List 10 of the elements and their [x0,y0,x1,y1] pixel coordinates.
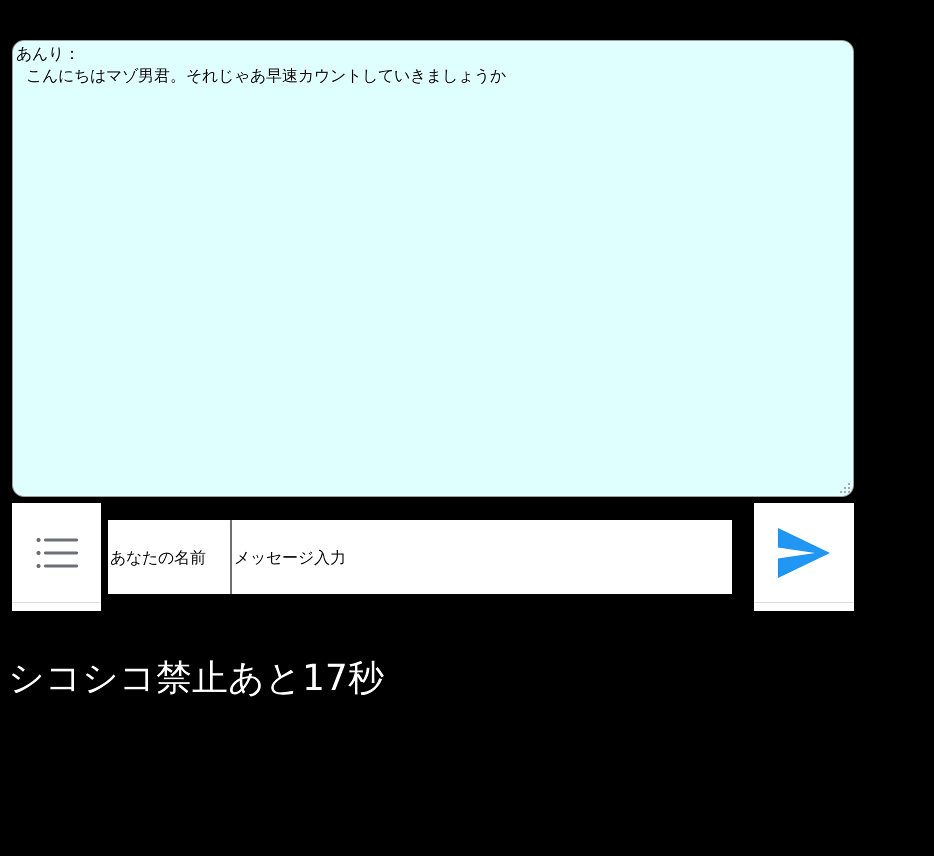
name-input-field[interactable]: あなたの名前 [108,520,232,594]
countdown-text: シコシコ禁止あと17秒 [8,658,384,699]
resize-grip-icon [839,482,851,494]
message-input-field[interactable]: メッセージ入力 [232,520,732,594]
chat-message: こんにちはマゾ男君。それじゃあ早速カウントしていきましょうか [25,65,506,87]
speaker-name: あんり： [16,43,80,65]
menu-icon [36,537,78,569]
menu-button[interactable] [12,503,101,611]
send-button[interactable] [754,503,854,611]
send-icon [778,528,830,578]
